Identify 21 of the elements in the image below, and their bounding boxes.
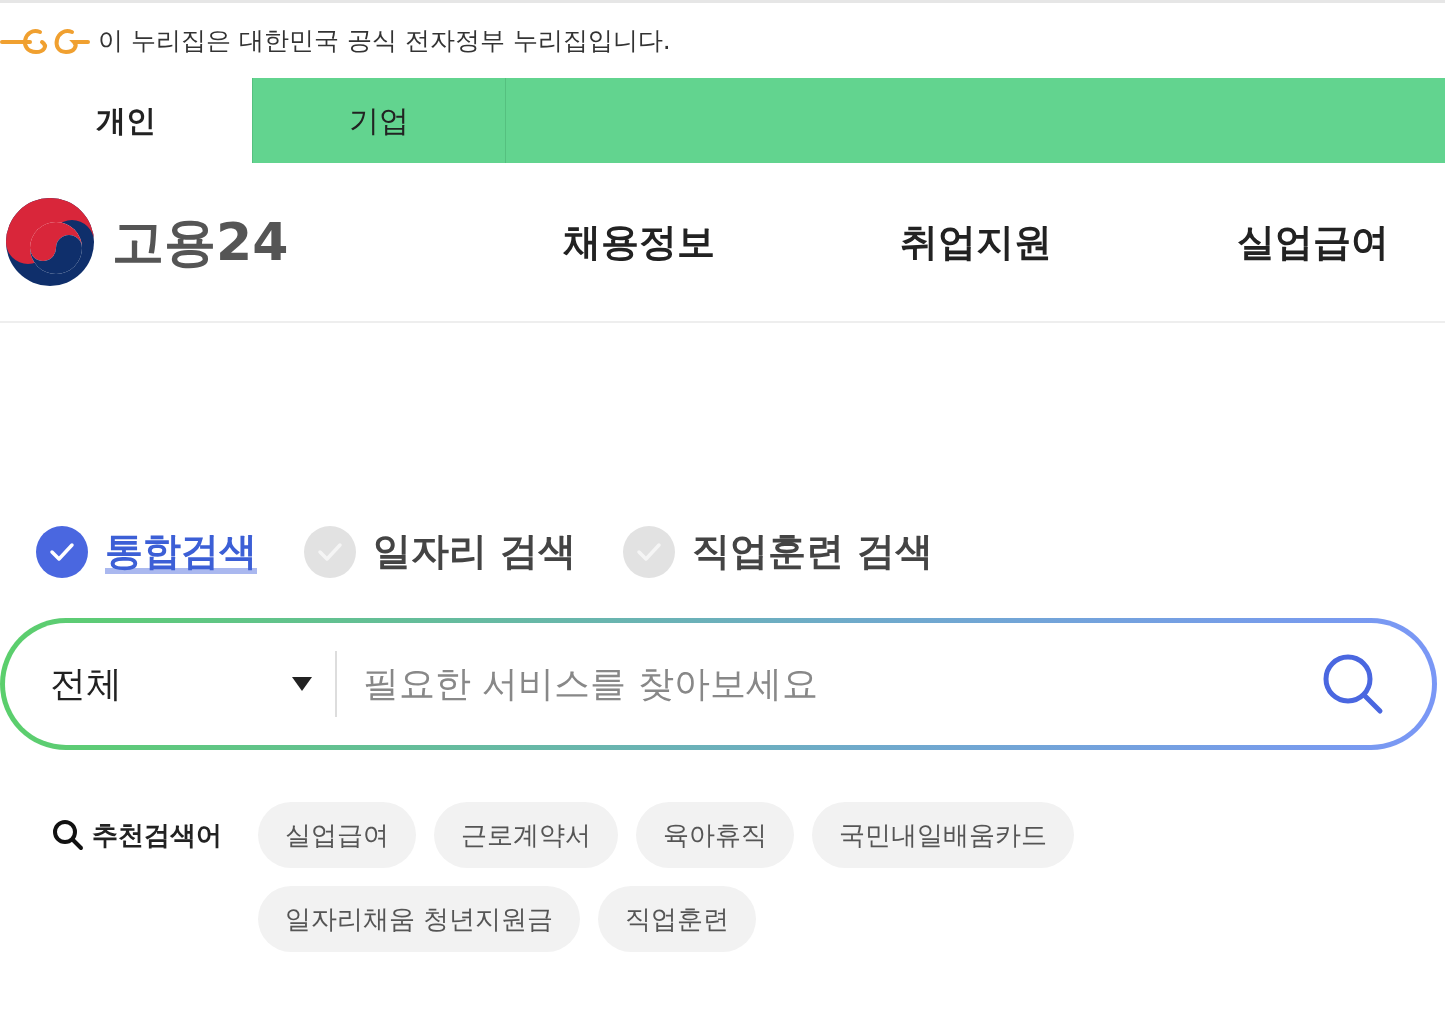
keyword-chip[interactable]: 근로계약서 [434, 802, 618, 868]
keyword-chip[interactable]: 국민내일배움카드 [812, 802, 1074, 868]
search-type-tab[interactable]: 통합검색 [105, 523, 257, 580]
keyword-chip[interactable]: 일자리채움 청년지원금 [258, 886, 581, 952]
site-name: 고용24 [112, 211, 289, 274]
notice-text: 이 누리집은 대한민국 공식 전자정부 누리집입니다. [98, 24, 671, 57]
user-tab[interactable]: 개인 [0, 78, 253, 163]
recommended-label: 추천검색어 [92, 818, 222, 852]
search-type-tab[interactable]: 직업훈련 검색 [692, 523, 934, 580]
search-icon [52, 819, 84, 851]
keyword-chip[interactable]: 실업급여 [258, 802, 416, 868]
keyword-chip[interactable]: 직업훈련 [598, 886, 757, 952]
search-type-tab[interactable]: 일자리 검색 [373, 523, 577, 580]
keyword-chip[interactable]: 육아휴직 [636, 802, 794, 868]
search-icon[interactable] [1322, 653, 1384, 715]
nav-link[interactable]: 실업급여 [1237, 213, 1390, 271]
caret-icon [291, 676, 313, 692]
nav-link[interactable]: 채용정보 [563, 213, 716, 271]
taegeuk-icon [4, 196, 96, 288]
category-select[interactable]: 전체 [50, 657, 122, 711]
nav-link[interactable]: 취업지원 [900, 213, 1053, 271]
